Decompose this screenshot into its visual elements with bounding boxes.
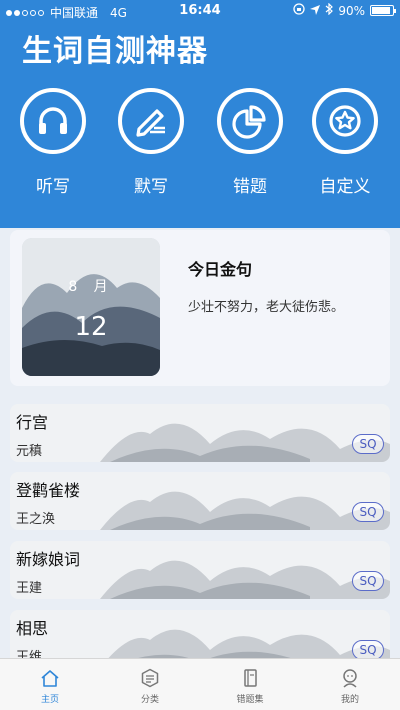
tab-label: 分类 bbox=[140, 695, 159, 705]
user-icon bbox=[339, 667, 361, 689]
book-icon bbox=[239, 667, 261, 689]
category-icon bbox=[139, 667, 161, 689]
poem-author: 元稹 bbox=[16, 444, 43, 459]
star-icon bbox=[312, 88, 378, 154]
feature-mistakes[interactable]: 错题 bbox=[205, 88, 295, 197]
poem-title: 相思 bbox=[16, 619, 49, 638]
app-header: 中国联通 4G 16:44 90% 生词自测神器 听写 默写 错题 自定义 bbox=[0, 0, 400, 228]
ink-landscape-background bbox=[100, 423, 390, 462]
date-day: 12 bbox=[74, 312, 108, 342]
sq-badge[interactable]: SQ bbox=[352, 640, 384, 660]
list-item[interactable]: 行宫 元稹 SQ bbox=[10, 404, 390, 462]
poem-title: 新嫁娘词 bbox=[16, 550, 81, 569]
feature-label: 听写 bbox=[36, 177, 70, 197]
poem-title: 登鹳雀楼 bbox=[16, 481, 81, 500]
battery-percent: 90% bbox=[338, 3, 365, 18]
tab-label: 我的 bbox=[340, 695, 359, 705]
feature-dictation[interactable]: 听写 bbox=[8, 88, 98, 197]
sq-badge[interactable]: SQ bbox=[352, 434, 384, 454]
daily-quote-card[interactable]: 8 月 12 今日金句 少壮不努力，老大徒伤悲。 bbox=[10, 230, 390, 386]
feature-label: 默写 bbox=[134, 177, 168, 197]
feature-custom[interactable]: 自定义 bbox=[300, 88, 390, 197]
poem-author: 王建 bbox=[16, 581, 43, 596]
daily-title: 今日金句 bbox=[188, 260, 253, 279]
landscape-image: 8 月 12 bbox=[22, 238, 160, 376]
status-bar: 中国联通 4G 16:44 90% bbox=[0, 0, 400, 22]
tab-label: 主页 bbox=[40, 695, 59, 705]
tab-bar: 主页 分类 错题集 我的 bbox=[0, 658, 400, 710]
tab-home[interactable]: 主页 bbox=[10, 667, 90, 705]
pie-chart-icon bbox=[217, 88, 283, 154]
battery-icon bbox=[370, 5, 396, 16]
list-item[interactable]: 登鹳雀楼 王之涣 SQ bbox=[10, 472, 390, 530]
tab-profile[interactable]: 我的 bbox=[310, 667, 390, 705]
home-icon bbox=[39, 667, 61, 689]
status-right: 90% bbox=[293, 2, 396, 18]
location-icon bbox=[310, 4, 321, 18]
poem-title: 行宫 bbox=[16, 413, 49, 432]
feature-write[interactable]: 默写 bbox=[106, 88, 196, 197]
feature-row: 听写 默写 错题 自定义 bbox=[0, 88, 400, 208]
date-month: 8 月 bbox=[68, 279, 114, 295]
pen-write-icon bbox=[118, 88, 184, 154]
sq-badge[interactable]: SQ bbox=[352, 571, 384, 591]
tab-category[interactable]: 分类 bbox=[110, 667, 190, 705]
sq-badge[interactable]: SQ bbox=[352, 502, 384, 522]
bluetooth-icon bbox=[325, 2, 334, 18]
tab-label: 错题集 bbox=[236, 695, 264, 705]
feature-label: 自定义 bbox=[319, 177, 371, 197]
daily-quote: 少壮不努力，老大徒伤悲。 bbox=[188, 300, 345, 315]
headphones-icon bbox=[20, 88, 86, 154]
feature-label: 错题 bbox=[233, 177, 267, 197]
app-title: 生词自测神器 bbox=[22, 34, 208, 69]
list-item[interactable]: 新嫁娘词 王建 SQ bbox=[10, 541, 390, 599]
lock-rotation-icon bbox=[293, 3, 305, 18]
tab-mistakes[interactable]: 错题集 bbox=[210, 667, 290, 705]
poem-author: 王之涣 bbox=[16, 512, 56, 527]
